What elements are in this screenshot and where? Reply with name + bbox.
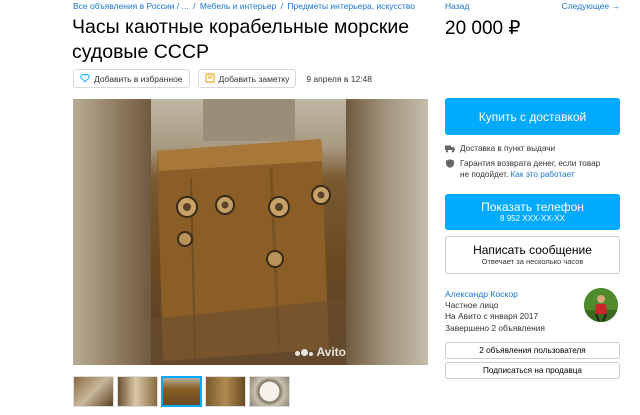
write-message-button[interactable]: Написать сообщение Отвечает за несколько… [445,236,620,274]
ad-navigation: Назад Следующее → [445,1,620,11]
photo-blur-right [346,99,428,365]
avito-logo-icon [295,348,314,356]
avatar[interactable] [584,288,618,322]
page-title: Часы каютные корабельные морские судовые… [72,16,410,63]
guarantee-text: Гарантия возврата денег, если товар [460,159,601,168]
breadcrumb-separator: / [193,1,196,11]
add-note-button[interactable]: Добавить заметку [197,69,297,88]
guarantee-info: Гарантия возврата денег, если товар не п… [445,158,600,180]
seller-info: Александр Коскор Частное лицо На Авито с… [445,289,545,334]
response-time: Отвечает за несколько часов [481,257,584,266]
breadcrumb-interior-items[interactable]: Предметы интерьера, искусство [287,1,415,11]
thumbnail-active[interactable] [161,376,202,407]
photo-blur-left [73,99,151,365]
add-note-label: Добавить заметку [218,73,290,84]
seller-completed: Завершено 2 объявления [445,322,545,333]
price: 20 000 ₽ [445,18,521,39]
subscribe-seller-button[interactable]: Подписаться на продавца [445,362,620,379]
avito-watermark: Avito [295,345,346,359]
next-link[interactable]: Следующее → [562,1,620,11]
breadcrumb-separator: / [280,1,284,11]
thumbnail[interactable] [117,376,158,407]
truck-icon [445,143,455,156]
add-to-favorites-label: Добавить в избранное [94,73,183,84]
breadcrumb-furniture[interactable]: Мебель и интерьер [200,1,276,11]
delivery-info: Доставка в пункт выдачи [445,143,555,156]
seller-type: Частное лицо [445,300,499,311]
breadcrumb: Все объявления в России / ... / Мебель и… [73,1,415,11]
seller-ads-button[interactable]: 2 объявления пользователя [445,342,620,359]
write-message-label: Написать сообщение [473,243,592,257]
phone-number-masked: 8 952 XXX-XX-XX [500,214,565,223]
seller-name[interactable]: Александр Коскор [445,289,545,300]
heart-icon [80,73,90,85]
note-icon [204,72,215,85]
add-to-favorites-button[interactable]: Добавить в избранное [73,69,190,88]
show-phone-button[interactable]: Показать телефон 8 952 XXX-XX-XX [445,194,620,230]
ad-actions: Добавить в избранное Добавить заметку 9 … [73,69,372,88]
publish-date: 9 апреля в 12:48 [306,73,373,84]
shield-icon [445,158,455,180]
how-it-works-link[interactable]: Как это работает [511,170,575,179]
main-photo[interactable]: Avito [73,99,428,365]
breadcrumb-all-ads[interactable]: Все объявления в России / ... [73,1,189,11]
thumbnail[interactable] [73,376,114,407]
photo-thumbnails [73,376,290,407]
show-phone-label: Показать телефон [481,200,584,214]
delivery-text: Доставка в пункт выдачи [460,144,556,153]
guarantee-text-2: не подойдет. [460,170,509,179]
watermark-text: Avito [316,345,346,359]
buy-with-delivery-button[interactable]: Купить с доставкой [445,98,620,135]
thumbnail[interactable] [205,376,246,407]
thumbnail[interactable] [249,376,290,407]
back-link[interactable]: Назад [445,1,469,11]
photo-image [151,99,346,365]
seller-since: На Авито с января 2017 [445,311,539,322]
